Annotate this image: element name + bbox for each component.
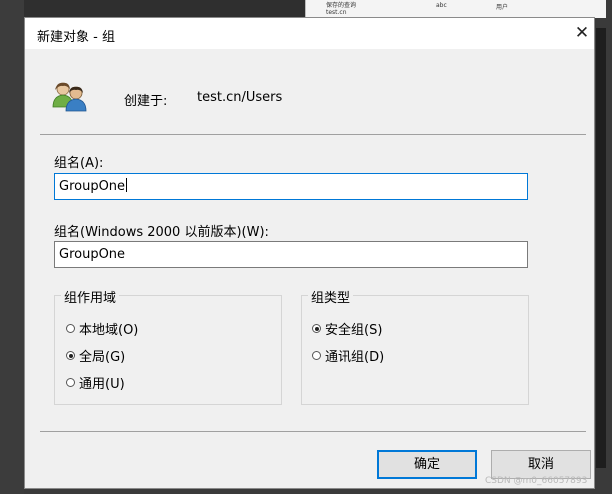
group-scope-legend: 组作用域 [61,287,120,306]
new-object-group-dialog: 新建对象 - 组 ✕ 创建于: test.cn/Users 组名(A): Gro… [24,17,595,489]
group-icon [52,82,87,112]
pre2000-name-label: 组名(Windows 2000 以前版本)(W): [54,225,269,240]
radio-label: 全局(G) [79,350,126,365]
radio-label: 本地域(O) [79,323,139,338]
scope-radio-global[interactable]: 全局(G) [66,346,125,365]
bg-tree-item: test.cn [326,9,347,16]
radio-selected-icon [66,351,75,360]
radio-selected-icon [312,324,321,333]
background-left-edge [0,0,24,494]
radio-label: 通用(U) [79,377,125,392]
dialog-title: 新建对象 - 组 [37,30,115,45]
background-scrollbar [596,28,606,468]
radio-unselected-icon [66,324,75,333]
bg-list-item: abc [436,2,447,9]
type-radio-distribution[interactable]: 通讯组(D) [312,346,384,365]
ok-button[interactable]: 确定 [377,450,477,479]
pre2000-name-value: GroupOne [59,247,126,262]
watermark: CSDN @m0_66057893 [485,476,588,486]
bg-list-item: 用户 [496,4,509,11]
scope-radio-universal[interactable]: 通用(U) [66,373,125,392]
text-caret [126,178,128,192]
cancel-button[interactable]: 取消 [491,450,591,479]
bg-tree-item: 保存的查询 [326,2,357,9]
radio-unselected-icon [312,351,321,360]
radio-label: 安全组(S) [325,323,383,338]
pre2000-name-input[interactable]: GroupOne [54,241,528,268]
separator [40,134,586,135]
background-explorer-pane: 保存的查询 test.cn abc 用户 [305,0,606,18]
created-in-label: 创建于: [124,94,168,109]
separator [40,431,586,432]
group-type-legend: 组类型 [308,287,354,306]
close-icon[interactable]: ✕ [570,22,594,44]
group-name-input[interactable]: GroupOne [54,173,528,200]
radio-unselected-icon [66,378,75,387]
group-name-label: 组名(A): [54,156,104,171]
type-radio-security[interactable]: 安全组(S) [312,319,382,338]
created-in-value: test.cn/Users [197,90,283,105]
radio-label: 通讯组(D) [325,350,385,365]
title-bar: 新建对象 - 组 ✕ [25,18,594,49]
group-name-value: GroupOne [59,179,126,194]
scope-radio-domain-local[interactable]: 本地域(O) [66,319,138,338]
